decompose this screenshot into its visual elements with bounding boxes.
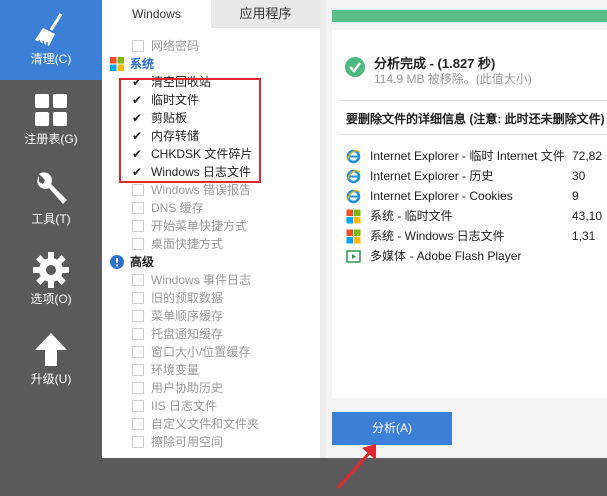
- list-item[interactable]: 环境变量: [102, 361, 302, 379]
- highlight-annotation: [119, 78, 261, 183]
- check-circle-icon: [345, 57, 365, 77]
- checkbox[interactable]: [132, 40, 144, 52]
- table-row[interactable]: 系统 - Windows 日志文件 1,31: [346, 226, 607, 246]
- checkbox[interactable]: [132, 400, 144, 412]
- table-row[interactable]: Internet Explorer - Cookies 9: [346, 186, 607, 206]
- sidebar: 清理(C) 注册表(G) 工具(T) 选项(O) 升级(U): [0, 0, 102, 496]
- checkbox[interactable]: [132, 418, 144, 430]
- sidebar-item-upgrade[interactable]: 升级(U): [0, 320, 102, 400]
- sidebar-item-tools[interactable]: 工具(T): [0, 160, 102, 240]
- sidebar-item-label: 工具(T): [31, 212, 71, 226]
- list-item[interactable]: DNS 缓存: [102, 199, 302, 217]
- sidebar-item-registry[interactable]: 注册表(G): [0, 80, 102, 160]
- list-item[interactable]: Windows 事件日志: [102, 271, 302, 289]
- internet-explorer-icon: [346, 189, 361, 204]
- list-item[interactable]: 旧的预取数据: [102, 289, 302, 307]
- list-item[interactable]: 桌面快捷方式: [102, 235, 302, 253]
- info-exclamation-icon: [110, 255, 124, 269]
- list-item[interactable]: 自定义文件和文件夹: [102, 415, 302, 433]
- list-item[interactable]: Windows 错误报告: [102, 181, 302, 199]
- progress-bar: [332, 10, 607, 22]
- list-item[interactable]: 窗口大小/位置缓存: [102, 343, 302, 361]
- sidebar-item-label: 升级(U): [30, 372, 72, 386]
- table-row[interactable]: 系统 - 临时文件 43,10: [346, 206, 607, 226]
- list-item[interactable]: 用户协助历史: [102, 379, 302, 397]
- registry-grid-icon: [35, 94, 67, 126]
- checkbox[interactable]: [132, 238, 144, 250]
- checkbox[interactable]: [132, 364, 144, 376]
- list-item[interactable]: 擦除可用空间: [102, 433, 302, 451]
- checkbox[interactable]: [132, 382, 144, 394]
- tab-applications[interactable]: 应用程序: [211, 0, 320, 28]
- group-header-system[interactable]: 系统: [102, 55, 302, 73]
- table-row[interactable]: 多媒体 - Adobe Flash Player: [346, 246, 607, 266]
- group-header-advanced[interactable]: 高级: [102, 253, 302, 271]
- cleaner-options-panel: Windows 应用程序 网络密码 系统 清空回收站: [102, 0, 420, 490]
- wrench-icon: [37, 172, 67, 204]
- windows-logo-icon: [346, 229, 361, 244]
- checkbox[interactable]: [132, 328, 144, 340]
- sidebar-item-label: 注册表(G): [24, 132, 78, 146]
- gear-icon: [33, 252, 69, 288]
- internet-explorer-icon: [346, 169, 361, 184]
- list-item[interactable]: IIS 日志文件: [102, 397, 302, 415]
- up-arrow-icon: [35, 333, 67, 366]
- app-window: 清理(C) 注册表(G) 工具(T) 选项(O) 升级(U) Windows 应…: [0, 0, 607, 496]
- broom-icon: [35, 13, 63, 47]
- checkbox[interactable]: [132, 292, 144, 304]
- list-item[interactable]: 菜单顺序缓存: [102, 307, 302, 325]
- result-subtitle: 114.9 MB 被移除。(此值大小): [374, 72, 532, 86]
- divider: [338, 134, 607, 135]
- detail-heading: 要删除文件的详细信息 (注意: 此时还未删除文件): [346, 112, 605, 126]
- windows-logo-icon: [346, 209, 361, 224]
- sidebar-item-clean[interactable]: 清理(C): [0, 0, 102, 80]
- flash-player-icon: [346, 250, 361, 263]
- checkbox[interactable]: [132, 202, 144, 214]
- sidebar-item-label: 选项(O): [30, 292, 72, 306]
- tab-bar: Windows 应用程序: [102, 0, 320, 28]
- divider: [338, 100, 607, 101]
- list-item[interactable]: 托盘通知缓存: [102, 325, 302, 343]
- checkbox[interactable]: [132, 436, 144, 448]
- red-arrow-annotation: [336, 444, 376, 490]
- group-label: 系统: [130, 57, 155, 71]
- list-item[interactable]: 网络密码: [102, 37, 302, 55]
- checkbox[interactable]: [132, 346, 144, 358]
- list-item[interactable]: 开始菜单快捷方式: [102, 217, 302, 235]
- internet-explorer-icon: [346, 149, 361, 164]
- results-panel: 分析完成 - (1.827 秒) 114.9 MB 被移除。(此值大小) 要删除…: [326, 0, 607, 458]
- table-row[interactable]: Internet Explorer - 临时 Internet 文件 72,82: [346, 146, 607, 166]
- checkbox[interactable]: [132, 310, 144, 322]
- table-row[interactable]: Internet Explorer - 历史 30: [346, 166, 607, 186]
- sidebar-item-options[interactable]: 选项(O): [0, 240, 102, 320]
- checkbox[interactable]: [132, 184, 144, 196]
- windows-logo-icon: [110, 57, 124, 71]
- group-label: 高级: [130, 255, 155, 269]
- checkbox[interactable]: [132, 220, 144, 232]
- checkbox[interactable]: [132, 274, 144, 286]
- tab-windows[interactable]: Windows: [102, 0, 211, 28]
- sidebar-item-label: 清理(C): [30, 52, 72, 66]
- results-box: 分析完成 - (1.827 秒) 114.9 MB 被移除。(此值大小) 要删除…: [332, 30, 607, 398]
